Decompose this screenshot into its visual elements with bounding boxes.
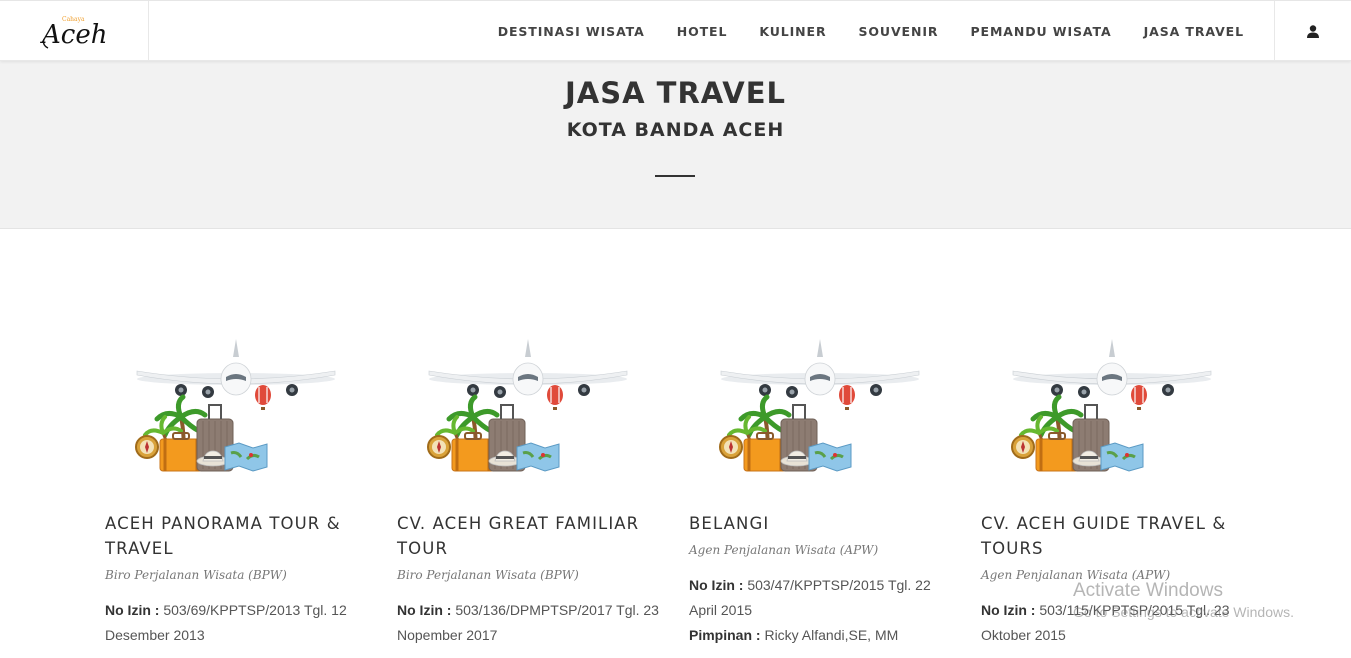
agency-category: Biro Perjalanan Wisata (BPW): [397, 568, 579, 582]
license-info: No Izin : 503/47/KPPTSP/2015 Tgl. 22 Apr…: [689, 573, 951, 648]
main-menu: DESTINASI WISATA HOTEL KULINER SOUVENIR …: [466, 1, 1244, 61]
nav-hotel[interactable]: HOTEL: [677, 24, 728, 39]
travel-card[interactable]: BELANGI Agen Penjalanan Wisata (APW) No …: [689, 335, 951, 648]
license-info: No Izin : 503/69/KPPTSP/2013 Tgl. 12 Des…: [105, 598, 367, 648]
nav-jasa-travel[interactable]: JASA TRAVEL: [1144, 24, 1244, 39]
activation-watermark: Activate Windows Go to Settings to activ…: [1073, 580, 1294, 620]
license-label: No Izin :: [981, 602, 1036, 618]
leader-label: Pimpinan :: [689, 627, 761, 643]
page-subtitle: KOTA BANDA ACEH: [566, 119, 785, 141]
agency-name[interactable]: ACEH PANORAMA TOUR & TRAVEL: [105, 511, 367, 561]
svg-text:Aceh: Aceh: [40, 20, 107, 50]
travel-illustration-image: [689, 335, 951, 480]
travel-illustration-image: [105, 335, 367, 480]
agency-category: Biro Perjalanan Wisata (BPW): [105, 568, 287, 582]
nav-souvenir[interactable]: SOUVENIR: [859, 24, 939, 39]
nav-pemandu-wisata[interactable]: PEMANDU WISATA: [970, 24, 1111, 39]
top-navbar: Cahaya Aceh DESTINASI WISATA HOTEL KULIN…: [0, 0, 1351, 61]
agency-name[interactable]: CV. ACEH GUIDE TRAVEL & TOURS: [981, 511, 1243, 561]
watermark-subtitle: Go to Settings to activate Windows.: [1073, 604, 1294, 620]
agency-name[interactable]: CV. ACEH GREAT FAMILIAR TOUR: [397, 511, 659, 561]
user-menu-button[interactable]: [1274, 1, 1351, 61]
agency-name[interactable]: BELANGI: [689, 511, 951, 536]
page-header: JASA TRAVEL KOTA BANDA ACEH: [0, 61, 1351, 229]
travel-illustration-image: [981, 335, 1243, 480]
page-title: JASA TRAVEL: [565, 76, 786, 110]
watermark-title: Activate Windows: [1073, 580, 1223, 601]
nav-destinasi-wisata[interactable]: DESTINASI WISATA: [498, 24, 645, 39]
aceh-logo-icon: Cahaya Aceh: [40, 16, 107, 50]
license-label: No Izin :: [105, 602, 160, 618]
travel-card[interactable]: ACEH PANORAMA TOUR & TRAVEL Biro Perjala…: [105, 335, 367, 648]
header-divider: [655, 175, 695, 177]
license-label: No Izin :: [689, 577, 744, 593]
leader-value: Ricky Alfandi,SE, MM: [764, 627, 899, 643]
travel-card[interactable]: CV. ACEH GREAT FAMILIAR TOUR Biro Perjal…: [397, 335, 659, 648]
license-label: No Izin :: [397, 602, 452, 618]
travel-illustration-image: [397, 335, 659, 480]
user-icon: [1307, 24, 1319, 38]
nav-kuliner[interactable]: KULINER: [759, 24, 826, 39]
agency-category: Agen Penjalanan Wisata (APW): [689, 543, 879, 557]
license-info: No Izin : 503/136/DPMPTSP/2017 Tgl. 23 N…: [397, 598, 659, 648]
brand-logo[interactable]: Cahaya Aceh: [0, 1, 149, 61]
